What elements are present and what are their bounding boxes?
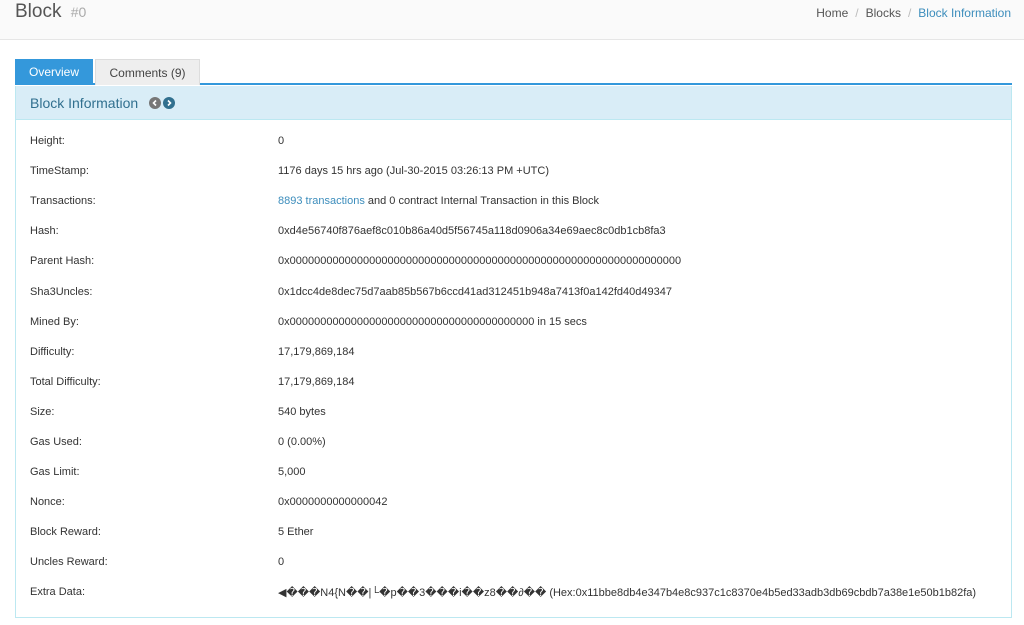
- row-block-reward: Block Reward: 5 Ether: [16, 517, 1011, 547]
- block-details: Height: 0 TimeStamp: 1176 days 15 hrs ag…: [16, 126, 1011, 608]
- row-label: Gas Used:: [30, 435, 82, 448]
- row-value: 0: [278, 135, 285, 148]
- row-label: Nonce:: [30, 496, 65, 509]
- row-size: Size: 540 bytes: [16, 397, 1011, 427]
- row-label: Uncles Reward:: [30, 556, 108, 569]
- panel-heading: Block Information: [16, 86, 1011, 120]
- breadcrumb: Home / Blocks / Block Information: [816, 6, 1011, 20]
- row-value: 0x0000000000000042: [278, 496, 388, 509]
- row-label: Sha3Uncles:: [30, 285, 93, 298]
- row-label: Size:: [30, 405, 55, 418]
- row-gas-limit: Gas Limit: 5,000: [16, 457, 1011, 487]
- row-value: 5 Ether: [278, 526, 314, 539]
- row-label: Gas Limit:: [30, 466, 80, 479]
- row-gas-used: Gas Used: 0 (0.00%): [16, 427, 1011, 457]
- breadcrumb-block-information: Block Information: [918, 6, 1011, 20]
- row-label: Height:: [30, 135, 65, 148]
- tab-comments[interactable]: Comments (9): [95, 59, 200, 85]
- row-label: Difficulty:: [30, 345, 75, 358]
- row-label: Extra Data:: [30, 586, 86, 599]
- row-nonce: Nonce: 0x0000000000000042: [16, 487, 1011, 517]
- row-label: Hash:: [30, 225, 59, 238]
- row-label: Parent Hash:: [30, 255, 95, 268]
- row-value: 540 bytes: [278, 405, 326, 418]
- row-value: 1176 days 15 hrs ago (Jul-30-2015 03:26:…: [278, 165, 549, 178]
- row-label: Transactions:: [30, 195, 96, 208]
- row-value: ◀���N4{N��|└�p��3���i��z8��∂�� (Hex:0x11…: [278, 586, 977, 599]
- transactions-text: and 0 contract Internal Transaction in t…: [364, 195, 600, 208]
- row-value: 0: [278, 556, 285, 569]
- tab-overview[interactable]: Overview: [15, 59, 93, 85]
- transactions-link[interactable]: 8893 transactions: [278, 195, 365, 207]
- page-title-text: Block: [15, 1, 62, 22]
- row-value: 17,179,869,184: [278, 375, 355, 388]
- panel-title: Block Information: [30, 94, 139, 111]
- chevron-left-circle-icon[interactable]: [149, 96, 162, 109]
- row-parent-hash: Parent Hash: 0x0000000000000000000000000…: [16, 246, 1011, 276]
- row-value: 0x00000000000000000000000000000000000000…: [278, 315, 587, 328]
- page-header: Block #0 Home / Blocks / Block Informati…: [0, 0, 1024, 40]
- breadcrumb-blocks[interactable]: Blocks: [866, 6, 901, 20]
- block-nav: [149, 96, 176, 109]
- row-total-difficulty: Total Difficulty: 17,179,869,184: [16, 367, 1011, 397]
- row-extra-data: Extra Data: ◀���N4{N��|└�p��3���i��z8��∂…: [16, 577, 1011, 607]
- row-uncles-reward: Uncles Reward: 0: [16, 547, 1011, 577]
- row-label: Total Difficulty:: [30, 375, 101, 388]
- breadcrumb-separator: /: [855, 6, 859, 20]
- block-number: #0: [70, 4, 87, 20]
- row-label: Mined By:: [30, 315, 79, 328]
- breadcrumb-home[interactable]: Home: [816, 6, 848, 20]
- row-value: 5,000: [278, 466, 306, 479]
- breadcrumb-separator: /: [907, 6, 912, 20]
- row-sha3uncles: Sha3Uncles: 0x1dcc4de8dec75d7aab85b567b6…: [16, 276, 1011, 306]
- row-difficulty: Difficulty: 17,179,869,184: [16, 337, 1011, 367]
- block-information-panel: Block Information Height: 0 TimeStamp: 1…: [15, 86, 1012, 618]
- row-value: 0x00000000000000000000000000000000000000…: [278, 255, 682, 268]
- row-hash: Hash: 0xd4e56740f876aef8c010b86a40d5f567…: [16, 216, 1011, 246]
- tab-bar: Overview Comments (9): [15, 59, 1012, 85]
- row-label: Block Reward:: [30, 526, 101, 539]
- row-value: 0xd4e56740f876aef8c010b86a40d5f56745a118…: [278, 225, 666, 238]
- row-transactions: Transactions: 8893 transactions and 0 co…: [16, 186, 1011, 216]
- row-value: 0x1dcc4de8dec75d7aab85b567b6ccd41ad31245…: [278, 285, 672, 298]
- row-value: 17,179,869,184: [278, 345, 355, 358]
- page-title: Block #0: [15, 1, 86, 23]
- row-label: TimeStamp:: [30, 165, 89, 178]
- row-mined-by: Mined By: 0x0000000000000000000000000000…: [16, 307, 1011, 337]
- row-value: 8893 transactions and 0 contract Interna…: [278, 195, 599, 207]
- row-height: Height: 0: [16, 126, 1011, 156]
- row-timestamp: TimeStamp: 1176 days 15 hrs ago (Jul-30-…: [16, 156, 1011, 186]
- chevron-right-circle-icon[interactable]: [163, 96, 176, 109]
- row-value: 0 (0.00%): [278, 435, 326, 448]
